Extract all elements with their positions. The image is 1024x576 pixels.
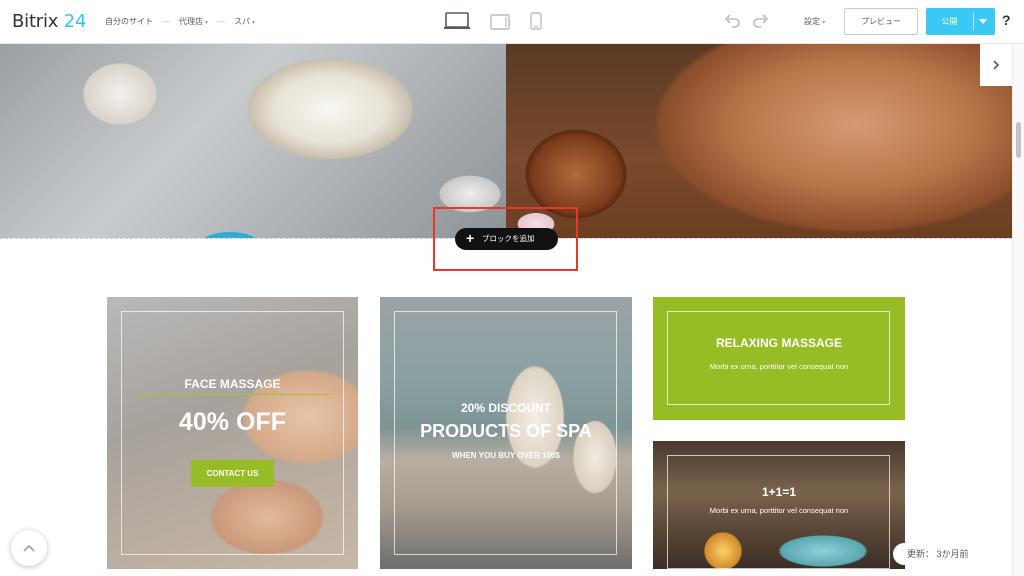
card-note: WHEN YOU BUY OVER 100$ <box>452 451 560 460</box>
mobile-icon[interactable] <box>530 12 542 30</box>
card-title: RELAXING MASSAGE <box>715 336 842 350</box>
undo-icon[interactable] <box>723 12 741 30</box>
chevron-up-icon <box>23 544 35 552</box>
card-title: 1+1=1 <box>761 485 797 499</box>
breadcrumb-item-my-sites[interactable]: 自分のサイト <box>105 16 153 27</box>
promo-card-one-plus-one[interactable]: 1+1=1 Morbi ex urna, porttitor vel conse… <box>653 441 905 569</box>
help-button[interactable]: ? <box>1002 12 1011 28</box>
card-offer: 40% OFF <box>179 408 286 436</box>
chevron-down-icon: ▾ <box>205 20 209 26</box>
breadcrumb-item-agency[interactable]: 代理店 ▾ <box>179 16 208 27</box>
publish-button[interactable]: 公開 <box>926 8 995 35</box>
add-block-label: ブロックを追加 <box>482 234 535 243</box>
add-block-button[interactable]: + ブロックを追加 <box>455 228 558 250</box>
settings-menu[interactable]: 設定 ▾ <box>804 16 825 27</box>
publish-separator <box>973 13 974 30</box>
breadcrumb-separator: — <box>162 17 170 26</box>
card-text: Morbi ex urna, porttitor vel consequat n… <box>709 506 849 515</box>
card-divider <box>134 394 331 395</box>
slider-next-button[interactable] <box>980 44 1012 86</box>
breadcrumb-separator: — <box>217 17 226 26</box>
hero-image-massage <box>506 44 1012 238</box>
promo-card-face-massage[interactable]: FACE MASSAGE 40% OFF CONTACT US <box>107 297 358 569</box>
logo[interactable]: Bitrix 24 <box>12 11 87 32</box>
hero-gallery <box>0 44 1012 238</box>
hero-image-spa-bowls <box>0 44 506 238</box>
publish-dropdown-icon[interactable] <box>979 19 987 24</box>
preview-button[interactable]: プレビュー <box>844 8 918 35</box>
promo-card-spa-products[interactable]: 20% DISCOUNT PRODUCTS OF SPA WHEN YOU BU… <box>380 297 632 569</box>
device-switcher <box>444 12 542 30</box>
publish-label: 公開 <box>941 17 958 26</box>
last-updated-badge: 更新： 3か月前 <box>893 543 1011 565</box>
contact-us-button[interactable]: CONTACT US <box>191 460 274 487</box>
redo-icon[interactable] <box>752 12 770 30</box>
plus-icon: + <box>466 230 475 246</box>
promo-card-relaxing-massage[interactable]: RELAXING MASSAGE Morbi ex urna, porttito… <box>653 297 905 420</box>
card-frame <box>667 311 890 405</box>
card-subtitle: 20% DISCOUNT <box>460 401 552 415</box>
scroll-to-top-button[interactable] <box>11 530 47 566</box>
card-title: FACE MASSAGE <box>184 377 281 391</box>
chevron-down-icon: ▾ <box>822 20 826 26</box>
chevron-right-icon <box>993 60 1000 70</box>
card-title: PRODUCTS OF SPA <box>420 421 592 441</box>
page-scrollbar[interactable] <box>1012 44 1024 576</box>
breadcrumb: 自分のサイト — 代理店 ▾ — スパ ▾ <box>105 16 255 27</box>
tablet-icon[interactable] <box>490 14 510 30</box>
card-text: Morbi ex urna, porttitor vel consequat n… <box>709 362 849 371</box>
scrollbar-thumb[interactable] <box>1016 122 1021 158</box>
breadcrumb-item-spa[interactable]: スパ ▾ <box>234 16 255 27</box>
desktop-icon[interactable] <box>444 12 470 30</box>
top-toolbar: Bitrix 24 自分のサイト — 代理店 ▾ — スパ ▾ 設定 ▾ プレビュー… <box>0 0 1024 44</box>
chevron-down-icon: ▾ <box>252 20 256 26</box>
